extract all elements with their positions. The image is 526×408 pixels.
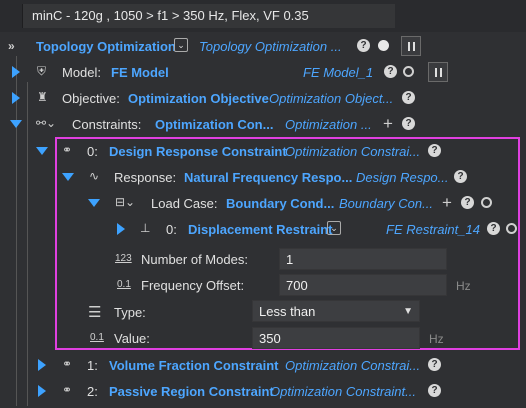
restraint-index: 0: [166,222,177,237]
load-case-label: Load Case: [151,196,218,211]
link-icon: ⚭ [62,143,73,157]
load-case-type: Boundary Con... [339,196,433,211]
help-icon[interactable]: ? [428,358,441,371]
root-label: Topology Optimization [36,39,176,54]
constraint-2-type: Optimization Constraint... [270,384,416,399]
type-value: Less than [259,303,316,319]
model-value[interactable]: FE Model [111,65,169,80]
tree-row-restraint[interactable]: ⊥ 0: Displacement Restraint ⌄ FE Restrai… [0,216,526,242]
tree-row-constraint-1[interactable]: ⚭ 1: Volume Fraction Constraint Optimiza… [0,352,526,378]
collapse-arrow-icon[interactable] [36,147,48,155]
constraint-1-index: 1: [87,358,98,373]
waveform-icon: ∿ [89,169,100,183]
objective-value[interactable]: Optimization Objective [128,91,269,106]
constraints-value[interactable]: Optimization Con... [155,117,273,132]
help-icon[interactable]: ? [428,384,441,397]
link-icon: ⚭ [62,383,73,397]
constraint-0-type: Optimization Constrai... [285,144,421,159]
integer-icon: 123 [115,253,132,264]
restraint-icon: ⊥ [140,221,151,235]
constraint-1-type: Optimization Constrai... [285,358,421,373]
freq-offset-unit: Hz [456,279,471,293]
status-dot-icon[interactable] [481,197,492,208]
help-icon[interactable]: ? [454,170,467,183]
window-title: minC - 120g , 1050 > f1 > 350 Hz, Flex, … [32,8,309,23]
tree-row-response[interactable]: ∿ Response: Natural Frequency Respo... D… [0,164,526,190]
constraints-label: Constraints: [72,117,142,132]
constraint-2-index: 2: [87,384,98,399]
load-case-icon: ⊟⌄ [115,195,136,209]
tree-row-constraint-0[interactable]: ⚭ 0: Design Response Constraint Optimiza… [0,138,526,164]
help-icon[interactable]: ? [487,222,500,235]
value-label: Value: [114,331,150,346]
restraint-type: FE Restraint_14 [386,222,480,237]
topology-icon: » [8,39,15,53]
tree-row-objective[interactable]: ♜ Objective: Optimization Objective Opti… [0,85,526,111]
help-icon[interactable]: ? [402,117,415,130]
list-icon: ☰ [88,304,102,321]
value-unit: Hz [429,332,444,346]
decimal-icon: 0.1 [117,279,131,290]
collapse-arrow-icon[interactable] [88,199,100,207]
tree-row-model[interactable]: ⛨ Model: FE Model FE Model_1 ? [0,59,526,85]
type-label: Type: [114,305,146,320]
help-icon[interactable]: ? [428,144,441,157]
num-modes-field[interactable]: 1 [279,248,447,270]
freq-offset-label: Frequency Offset: [141,278,245,293]
response-value[interactable]: Natural Frequency Respo... [184,170,352,185]
type-dropdown[interactable]: Less than ▼ [252,300,420,322]
constraint-2-value[interactable]: Passive Region Constraint [109,384,274,399]
status-dot-icon[interactable] [506,223,517,234]
tree-row-constraints[interactable]: ⚯⌄ Constraints: Optimization Con... Opti… [0,111,526,137]
chevron-down-icon[interactable]: ⌄ [174,38,188,52]
add-icon[interactable]: + [442,194,452,211]
restraint-value[interactable]: Displacement Restraint [188,222,333,237]
model-type: FE Model_1 [303,65,374,80]
expand-arrow-icon[interactable] [38,359,46,371]
constraint-1-value[interactable]: Volume Fraction Constraint [109,358,279,373]
freq-offset-field[interactable]: 700 [279,274,447,296]
help-icon[interactable]: ? [384,65,397,78]
value-field[interactable]: 350 [252,327,420,349]
response-type: Design Respo... [356,170,449,185]
constraints-icon: ⚯⌄ [36,116,57,130]
num-modes-label: Number of Modes: [141,252,248,267]
help-icon[interactable]: ? [402,91,415,104]
response-label: Response: [114,170,177,185]
expand-arrow-icon[interactable] [12,92,20,104]
help-icon[interactable]: ? [357,39,370,52]
pause-button[interactable] [401,36,421,56]
expand-arrow-icon[interactable] [12,66,20,78]
shield-icon: ⛨ [37,64,47,78]
chevron-down-icon[interactable]: ⌄ [327,221,341,235]
objective-icon: ♜ [37,90,48,104]
constraints-type: Optimization ... [285,117,372,132]
expand-arrow-icon[interactable] [38,385,46,397]
model-label: Model: [62,65,102,80]
link-icon: ⚭ [62,357,73,371]
help-icon[interactable]: ? [461,196,474,209]
pause-button[interactable] [428,62,448,82]
collapse-arrow-icon[interactable] [10,120,22,128]
root-type: Topology Optimization ... [199,39,342,54]
load-case-value[interactable]: Boundary Cond... [226,196,334,211]
add-icon[interactable]: + [383,115,393,132]
tree-row-root[interactable]: » Topology Optimization ⌄ Topology Optim… [0,33,526,59]
status-dot-icon[interactable] [378,40,389,51]
constraint-0-index: 0: [87,144,98,159]
objective-type: Optimization Object... [269,91,394,106]
expand-arrow-icon[interactable] [117,223,125,235]
constraint-0-value[interactable]: Design Response Constraint [109,144,287,159]
decimal-icon: 0.1 [90,332,104,343]
tree-row-constraint-2[interactable]: ⚭ 2: Passive Region Constraint Optimizat… [0,378,526,404]
collapse-arrow-icon[interactable] [62,173,74,181]
dropdown-arrow-icon: ▼ [403,305,413,317]
objective-label: Objective: [62,91,120,106]
status-dot-icon[interactable] [403,66,414,77]
tree-row-load-case[interactable]: ⊟⌄ Load Case: Boundary Cond... Boundary … [0,190,526,216]
